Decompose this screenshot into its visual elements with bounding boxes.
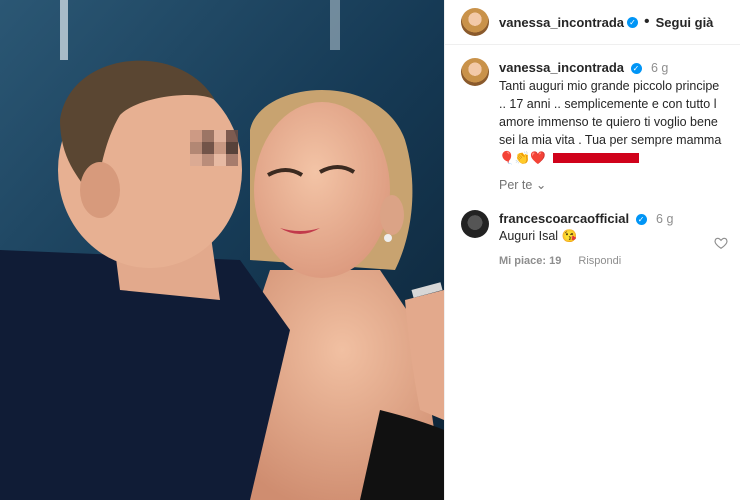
comment-text: Auguri Isal 😘: [499, 229, 578, 243]
caption-username[interactable]: vanessa_incontrada: [499, 60, 624, 75]
instagram-post: vanessa_incontrada ✓ • Segui già vanessa…: [0, 0, 740, 500]
author-avatar[interactable]: [461, 8, 489, 36]
follow-button[interactable]: Segui già: [656, 15, 714, 30]
comment-likes[interactable]: Mi piace: 19: [499, 255, 561, 267]
post-photo[interactable]: [0, 0, 444, 500]
caption-avatar[interactable]: [461, 58, 489, 86]
translate-label[interactable]: Per te: [499, 178, 532, 192]
comment-body: francescoarcaofficial ✓ 6 g Auguri Isal …: [499, 210, 719, 270]
comment: francescoarcaofficial ✓ 6 g Auguri Isal …: [445, 192, 740, 270]
separator-dot: •: [644, 13, 650, 30]
comment-actions: Mi piace: 19 Rispondi: [499, 253, 719, 270]
comment-time: 6 g: [656, 212, 674, 226]
author-username[interactable]: vanessa_incontrada: [499, 15, 624, 30]
photo-illustration: [0, 0, 444, 500]
reply-button[interactable]: Rispondi: [578, 255, 621, 267]
verified-badge-icon: ✓: [630, 63, 642, 74]
caption-body: vanessa_incontrada ✓ 6 g Tanti auguri mi…: [499, 59, 724, 167]
heart-outline-icon[interactable]: [714, 236, 728, 250]
caption-message: Tanti auguri mio grande piccolo principe…: [499, 79, 722, 147]
chevron-down-icon: ⌄: [535, 178, 547, 192]
translate-row[interactable]: Per te ⌄: [499, 177, 740, 192]
caption: vanessa_incontrada ✓ 6 g Tanti auguri mi…: [445, 45, 740, 167]
redaction-bar: [553, 153, 640, 163]
caption-emojis: 🎈👏❤️: [499, 151, 546, 165]
post-header: vanessa_incontrada ✓ • Segui già: [445, 0, 740, 45]
caption-text: Tanti auguri mio grande piccolo principe…: [499, 77, 724, 167]
post-sidebar: vanessa_incontrada ✓ • Segui già vanessa…: [444, 0, 740, 500]
commenter-username[interactable]: francescoarcaofficial: [499, 211, 629, 226]
caption-time: 6 g: [650, 61, 669, 75]
verified-badge-icon: ✓: [635, 214, 647, 225]
commenter-avatar[interactable]: [461, 210, 489, 238]
verified-badge-icon: ✓: [627, 16, 639, 28]
